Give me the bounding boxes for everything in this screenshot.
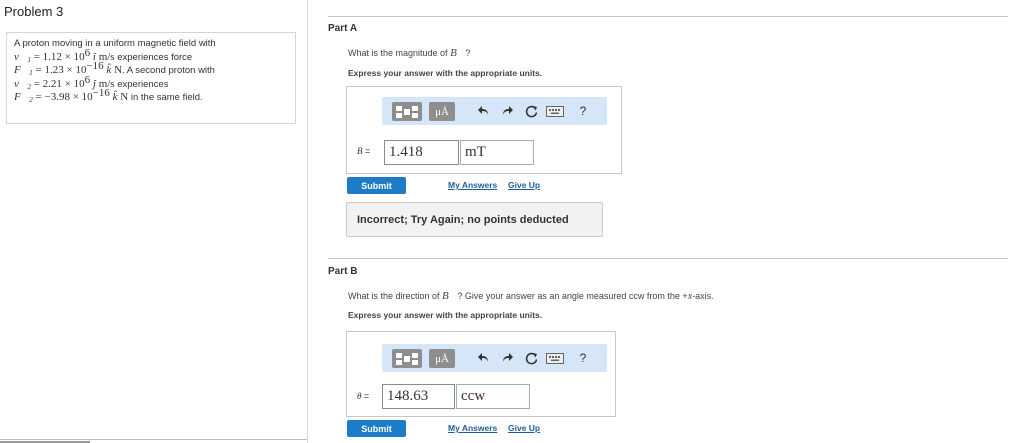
problem-title: Problem 3: [4, 4, 64, 19]
units-icon[interactable]: μÅ: [429, 349, 455, 368]
part-b-instruction: Express your answer with the appropriate…: [348, 310, 543, 320]
part-b-unit-input[interactable]: ccw: [456, 384, 530, 409]
part-a-my-answers-link[interactable]: My Answers: [448, 180, 497, 190]
part-b-variable-label: θ =: [357, 391, 370, 401]
column-divider: [307, 0, 308, 443]
reset-icon[interactable]: [523, 350, 539, 366]
help-icon[interactable]: ?: [575, 102, 591, 120]
matrix-template-icon[interactable]: [392, 102, 422, 121]
part-a-feedback: Incorrect; Try Again; no points deducted: [346, 202, 603, 237]
part-b-submit-button[interactable]: Submit: [347, 420, 406, 437]
redo-icon[interactable]: [499, 103, 515, 119]
statement-line-2: v⃗1 = 1.12 × 106 î m/s experiences force: [14, 46, 193, 64]
problem-statement: A proton moving in a uniform magnetic fi…: [6, 32, 296, 124]
part-b-divider: [328, 258, 1008, 259]
help-icon[interactable]: ?: [575, 349, 591, 367]
part-b-my-answers-link[interactable]: My Answers: [448, 423, 497, 433]
part-a-question: What is the magnitude of B⃗?: [348, 47, 471, 59]
part-b-question: What is the direction of B⃗? Give your a…: [348, 290, 714, 302]
units-icon[interactable]: μÅ: [429, 102, 455, 121]
part-b-label: Part B: [328, 266, 358, 277]
keyboard-icon[interactable]: [545, 105, 565, 118]
part-a-toolbar: μÅ ?: [382, 97, 607, 125]
part-a-value-input[interactable]: 1.418: [384, 140, 459, 165]
statement-line-4: v⃗2 = 2.21 × 106 ĵ m/s experiences: [14, 73, 169, 91]
part-b-give-up-link[interactable]: Give Up: [508, 423, 540, 433]
part-a-variable-label: B =: [357, 146, 371, 156]
part-b-toolbar: μÅ ?: [382, 344, 607, 372]
undo-icon[interactable]: [476, 103, 492, 119]
statement-line-1: A proton moving in a uniform magnetic fi…: [14, 38, 216, 49]
left-footer-divider: [0, 439, 307, 440]
part-b-value-input[interactable]: 148.63: [382, 384, 455, 409]
reset-icon[interactable]: [523, 103, 539, 119]
keyboard-icon[interactable]: [545, 352, 565, 365]
part-a-give-up-link[interactable]: Give Up: [508, 180, 540, 190]
part-a-submit-button[interactable]: Submit: [347, 177, 406, 194]
statement-line-5: F⃗2 = −3.98 × 10−16 k̂ N in the same fie…: [14, 87, 203, 104]
part-b-answer-box: μÅ ? θ = 148.63 ccw: [346, 331, 616, 417]
part-a-divider: [328, 16, 1008, 17]
undo-icon[interactable]: [476, 350, 492, 366]
part-a-label: Part A: [328, 23, 358, 34]
part-a-answer-box: μÅ ? B = 1.418 mT: [346, 86, 622, 174]
matrix-template-icon[interactable]: [392, 349, 422, 368]
part-a-unit-input[interactable]: mT: [460, 140, 534, 165]
part-a-instruction: Express your answer with the appropriate…: [348, 68, 543, 78]
statement-line-3: F⃗1 = 1.23 × 10−16 k̂ N. A second proton…: [14, 60, 215, 77]
redo-icon[interactable]: [499, 350, 515, 366]
